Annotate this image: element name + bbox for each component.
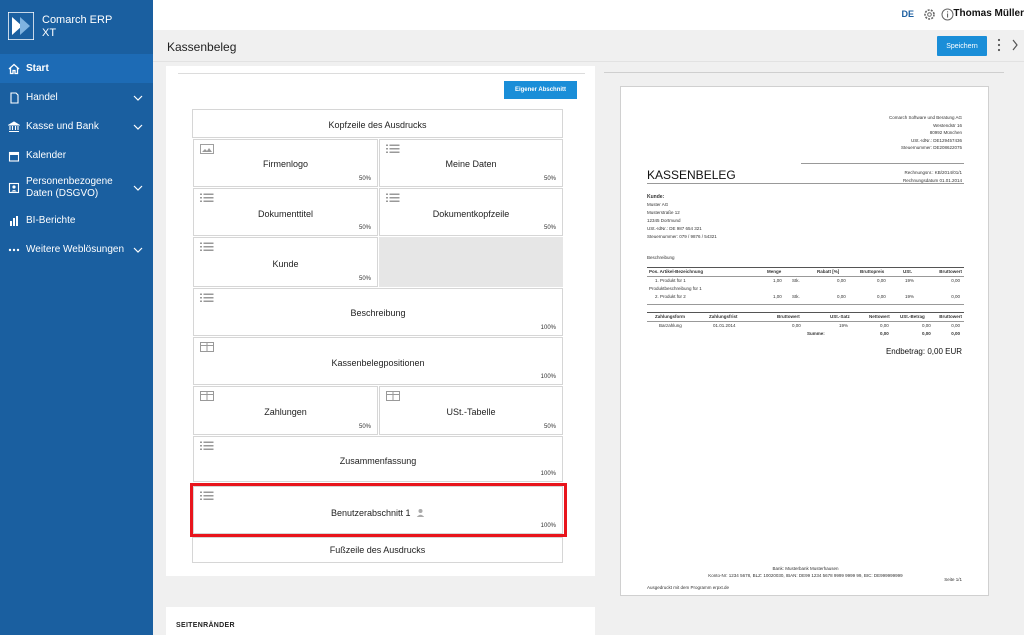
table-header-row: Zahlungsform Zahlungsfrist Bruttowert US… bbox=[655, 314, 962, 319]
home-icon bbox=[8, 63, 20, 75]
margins-heading: SEITENRÄNDER bbox=[176, 622, 235, 629]
section-block-firmenlogo[interactable]: Firmenlogo 50% bbox=[193, 139, 378, 187]
footer-row-block[interactable]: Fußzeile des Ausdrucks bbox=[192, 537, 563, 563]
document-icon bbox=[8, 91, 20, 104]
preview-divider bbox=[604, 72, 1004, 73]
end-total: Endbetrag: 0,00 EUR bbox=[885, 347, 962, 356]
chevron-down-icon[interactable] bbox=[133, 93, 143, 103]
user-name[interactable]: Thomas Müller bbox=[953, 8, 1024, 19]
sidebar-nav: Start Handel Kasse und Bank Kalender Per… bbox=[0, 54, 153, 264]
table-row: Produktbeschreibung für 1 bbox=[649, 285, 702, 291]
section-block-zusammenfassung[interactable]: Zusammenfassung 100% bbox=[193, 436, 563, 482]
sidebar-item-start[interactable]: Start bbox=[0, 54, 153, 83]
app-name: Comarch ERP XT bbox=[42, 14, 113, 39]
list-icon bbox=[200, 293, 214, 302]
document-footer: Bank: Musterbank Musterhausen Konto-Nr: … bbox=[708, 566, 903, 578]
sidebar-item-personenbezogene-daten[interactable]: Personenbezogene Daten (DSGVO) bbox=[0, 170, 153, 206]
section-block-beschreibung[interactable]: Beschreibung 100% bbox=[193, 288, 563, 336]
customer-block: Kunde: Muster AG Musterstraße 12 12345 D… bbox=[647, 194, 717, 239]
description: Beschreibung bbox=[647, 255, 675, 260]
bar-chart-icon bbox=[8, 215, 20, 227]
collapse-icon[interactable] bbox=[1011, 39, 1019, 51]
margins-section: SEITENRÄNDER bbox=[166, 607, 595, 635]
dots-icon bbox=[8, 244, 20, 256]
rule bbox=[647, 183, 964, 184]
section-block-ust-tabelle[interactable]: USt.-Tabelle 50% bbox=[379, 386, 563, 435]
items-table: Pos. Artikel-Bezeichnung Menge Rabatt [%… bbox=[647, 268, 964, 301]
page-header: Kassenbeleg Speichern bbox=[153, 30, 1024, 62]
rule bbox=[647, 304, 964, 305]
comarch-logo-icon bbox=[8, 12, 34, 40]
selection-highlight bbox=[190, 483, 567, 537]
brand[interactable]: Comarch ERP XT bbox=[0, 0, 153, 52]
table-header-row: Pos. Artikel-Bezeichnung Menge Rabatt [%… bbox=[649, 269, 962, 274]
list-icon bbox=[200, 242, 214, 251]
table-row: 2. Produkt für 2 1,00 Stk. 0,00 0,00 19%… bbox=[655, 293, 960, 299]
section-block-zahlungen[interactable]: Zahlungen 50% bbox=[193, 386, 378, 435]
section-block-dokumentkopfzeile[interactable]: Dokumentkopfzeile 50% bbox=[379, 188, 563, 236]
printed-with: Ausgedruckt mit dem Programm erpxt.de bbox=[647, 585, 730, 590]
image-icon bbox=[200, 144, 214, 154]
language-switch[interactable]: DE bbox=[901, 9, 914, 19]
page-title: Kassenbeleg bbox=[167, 40, 237, 54]
section-block-kassenbelegpositionen[interactable]: Kassenbelegpositionen 100% bbox=[193, 337, 563, 385]
sidebar-item-handel[interactable]: Handel bbox=[0, 83, 153, 112]
sidebar-item-bi-berichte[interactable]: BI-Berichte bbox=[0, 206, 153, 235]
page-number: Seite 1/1 bbox=[944, 577, 962, 582]
top-bar: DE Thomas Müller bbox=[153, 0, 1024, 30]
list-icon bbox=[200, 193, 214, 202]
chevron-down-icon[interactable] bbox=[133, 183, 143, 193]
bank-icon bbox=[8, 120, 20, 133]
rule bbox=[801, 163, 964, 164]
add-custom-section-button[interactable]: Eigener Abschnitt bbox=[504, 81, 577, 99]
table-icon bbox=[200, 391, 214, 401]
gear-icon[interactable] bbox=[923, 8, 936, 21]
header-row-block[interactable]: Kopfzeile des Ausdrucks bbox=[192, 109, 563, 138]
section-block-dokumenttitel[interactable]: Dokumenttitel 50% bbox=[193, 188, 378, 236]
list-icon bbox=[200, 441, 214, 450]
list-icon bbox=[386, 193, 400, 202]
sidebar-item-kasse-und-bank[interactable]: Kasse und Bank bbox=[0, 112, 153, 141]
calendar-icon bbox=[8, 150, 20, 162]
table-icon bbox=[386, 391, 400, 401]
payments-table: Zahlungsform Zahlungsfrist Bruttowert US… bbox=[647, 313, 964, 338]
save-button[interactable]: Speichern bbox=[937, 36, 987, 56]
sidebar: Comarch ERP XT Start Handel Kasse und Ba… bbox=[0, 0, 153, 635]
company-address: Comarch Software und Beratung AG Westend… bbox=[888, 115, 962, 150]
table-row: Barzahlung 01.01.2014 0,00 19% 0,00 0,00… bbox=[659, 322, 960, 328]
sidebar-item-kalender[interactable]: Kalender bbox=[0, 141, 153, 170]
document-title: KASSENBELEG bbox=[647, 168, 736, 182]
person-icon bbox=[8, 182, 20, 194]
divider bbox=[178, 73, 585, 74]
table-row: Summe: 0,00 0,00 0,00 bbox=[807, 330, 960, 336]
info-icon[interactable] bbox=[941, 8, 954, 21]
table-row: 1. Produkt für 1 1,00 Stk. 0,00 0,00 19%… bbox=[655, 277, 960, 283]
chevron-down-icon[interactable] bbox=[133, 122, 143, 132]
list-icon bbox=[386, 144, 400, 153]
section-block-meine-daten[interactable]: Meine Daten 50% bbox=[379, 139, 563, 187]
chevron-down-icon[interactable] bbox=[133, 245, 143, 255]
sidebar-item-weitere-webloesungen[interactable]: Weitere Weblösungen bbox=[0, 235, 153, 264]
section-block-kunde[interactable]: Kunde 50% bbox=[193, 237, 378, 287]
more-options-icon[interactable] bbox=[997, 38, 1001, 52]
document-preview: Comarch Software und Beratung AG Westend… bbox=[620, 86, 989, 596]
empty-slot[interactable] bbox=[379, 237, 563, 287]
table-icon bbox=[200, 342, 214, 352]
